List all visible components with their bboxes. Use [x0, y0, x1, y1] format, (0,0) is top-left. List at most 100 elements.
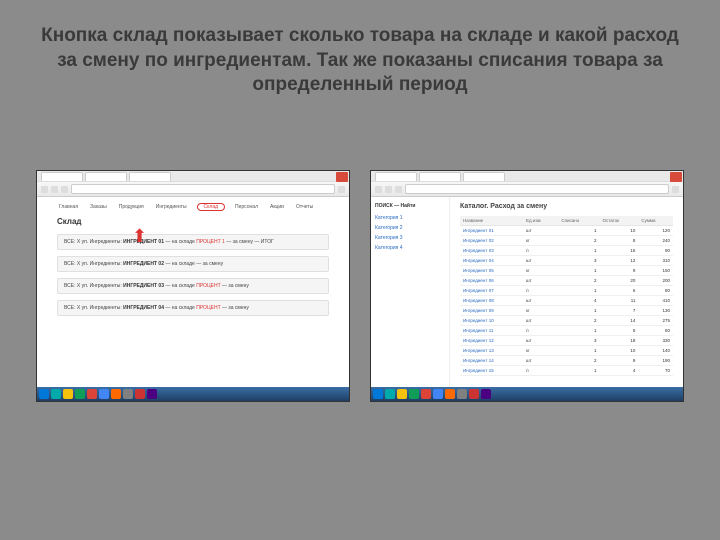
table-cell: Ингредиент 07: [460, 286, 523, 296]
screenshot-right: ПОИСК — Найти Категория 1Категория 2Кате…: [370, 170, 684, 402]
table-cell: 12: [599, 256, 638, 266]
browser-tabbar: [37, 171, 349, 182]
table-header: Сумма: [638, 216, 673, 226]
table-row[interactable]: Ингредиент 07л1680: [460, 286, 673, 296]
table-cell: л: [523, 246, 558, 256]
table-row[interactable]: Ингредиент 13кг110140: [460, 346, 673, 356]
table-row[interactable]: Ингредиент 01шт110120: [460, 226, 673, 236]
menu-item[interactable]: Акции: [268, 203, 286, 211]
table-row[interactable]: Ингредиент 03л11590: [460, 246, 673, 256]
table-row[interactable]: Ингредиент 06шт220200: [460, 276, 673, 286]
sidebar-item[interactable]: Категория 1: [375, 213, 445, 223]
taskbar-icon[interactable]: [469, 389, 479, 399]
menu-item[interactable]: Главная: [57, 203, 80, 211]
table-cell: Ингредиент 08: [460, 296, 523, 306]
warehouse-row: ВСЕ: Х уп. Ингредиенты: ИНГРЕДИЕНТ 03 — …: [57, 278, 329, 294]
table-row[interactable]: Ингредиент 04шт312310: [460, 256, 673, 266]
table-row[interactable]: Ингредиент 15л1470: [460, 366, 673, 376]
menu-item[interactable]: Склад: [197, 203, 225, 211]
close-icon[interactable]: [336, 172, 348, 182]
table-row[interactable]: Ингредиент 11л1560: [460, 326, 673, 336]
taskbar-icon[interactable]: [409, 389, 419, 399]
menu-icon[interactable]: [672, 186, 679, 193]
menu-item[interactable]: Персонал: [233, 203, 260, 211]
taskbar-icon[interactable]: [75, 389, 85, 399]
taskbar-icon[interactable]: [123, 389, 133, 399]
menu-item[interactable]: Отчеты: [294, 203, 315, 211]
table-cell: Ингредиент 09: [460, 306, 523, 316]
table-cell: 4: [599, 366, 638, 376]
table-cell: 1: [558, 346, 599, 356]
panel-title: Каталог. Расход за смену: [460, 203, 673, 210]
taskbar-icon[interactable]: [39, 389, 49, 399]
taskbar-icon[interactable]: [421, 389, 431, 399]
address-bar[interactable]: [405, 184, 669, 194]
back-icon[interactable]: [41, 186, 48, 193]
menu-item[interactable]: Ингредиенты: [154, 203, 189, 211]
taskbar-icon[interactable]: [87, 389, 97, 399]
table-cell: 18: [599, 336, 638, 346]
forward-icon[interactable]: [51, 186, 58, 193]
taskbar-icon[interactable]: [481, 389, 491, 399]
taskbar-icon[interactable]: [63, 389, 73, 399]
sidebar-item[interactable]: Категория 4: [375, 243, 445, 253]
taskbar-icon[interactable]: [445, 389, 455, 399]
table-cell: 1: [558, 326, 599, 336]
browser-tab[interactable]: [419, 172, 461, 181]
table-row[interactable]: Ингредиент 09кг17130: [460, 306, 673, 316]
menu-icon[interactable]: [338, 186, 345, 193]
table-cell: Ингредиент 04: [460, 256, 523, 266]
table-header: Остаток: [599, 216, 638, 226]
browser-tab[interactable]: [375, 172, 417, 181]
table-row[interactable]: Ингредиент 12шт318330: [460, 336, 673, 346]
sidebar-search[interactable]: ПОИСК — Найти: [375, 201, 445, 213]
table-cell: 9: [599, 266, 638, 276]
table-cell: Ингредиент 06: [460, 276, 523, 286]
table-cell: 1: [558, 286, 599, 296]
table-cell: 80: [638, 286, 673, 296]
menu-item[interactable]: Заказы: [88, 203, 109, 211]
table-row[interactable]: Ингредиент 08шт411410: [460, 296, 673, 306]
taskbar-icon[interactable]: [457, 389, 467, 399]
table-cell: шт: [523, 226, 558, 236]
slide-title: Кнопка склад показывает сколько товара н…: [30, 24, 690, 98]
table-cell: Ингредиент 05: [460, 266, 523, 276]
table-cell: Ингредиент 02: [460, 236, 523, 246]
taskbar-icon[interactable]: [397, 389, 407, 399]
close-icon[interactable]: [670, 172, 682, 182]
screenshots-row: Главная Заказы Продукция Ингредиенты Склад Пе…: [36, 170, 684, 402]
taskbar-icon[interactable]: [373, 389, 383, 399]
forward-icon[interactable]: [385, 186, 392, 193]
table-row[interactable]: Ингредиент 02кг28240: [460, 236, 673, 246]
ingredients-table: НазваниеЕд.измСписаноОстатокСумма Ингред…: [460, 216, 673, 376]
taskbar-icon[interactable]: [99, 389, 109, 399]
table-cell: 2: [558, 316, 599, 326]
taskbar-icon[interactable]: [385, 389, 395, 399]
table-cell: 8: [599, 236, 638, 246]
taskbar-icon[interactable]: [111, 389, 121, 399]
refresh-icon[interactable]: [61, 186, 68, 193]
taskbar-icon[interactable]: [135, 389, 145, 399]
address-bar[interactable]: [71, 184, 335, 194]
app-menubar: Главная Заказы Продукция Ингредиенты Склад Пе…: [57, 203, 329, 211]
browser-tab[interactable]: [85, 172, 127, 181]
sidebar-item[interactable]: Категория 3: [375, 233, 445, 243]
sidebar-item[interactable]: Категория 2: [375, 223, 445, 233]
table-row[interactable]: Ингредиент 05кг19150: [460, 266, 673, 276]
browser-tab[interactable]: [41, 172, 83, 181]
browser-tab[interactable]: [463, 172, 505, 181]
table-row[interactable]: Ингредиент 14шт29190: [460, 356, 673, 366]
menu-item[interactable]: Продукция: [117, 203, 146, 211]
browser-tab[interactable]: [129, 172, 171, 181]
table-row[interactable]: Ингредиент 10шт214275: [460, 316, 673, 326]
table-cell: 310: [638, 256, 673, 266]
taskbar-icon[interactable]: [433, 389, 443, 399]
refresh-icon[interactable]: [395, 186, 402, 193]
page-title: Склад: [57, 217, 329, 226]
browser-tabbar: [371, 171, 683, 182]
taskbar-icon[interactable]: [51, 389, 61, 399]
taskbar-icon[interactable]: [147, 389, 157, 399]
back-icon[interactable]: [375, 186, 382, 193]
table-cell: 1: [558, 266, 599, 276]
taskbar: [37, 387, 349, 401]
